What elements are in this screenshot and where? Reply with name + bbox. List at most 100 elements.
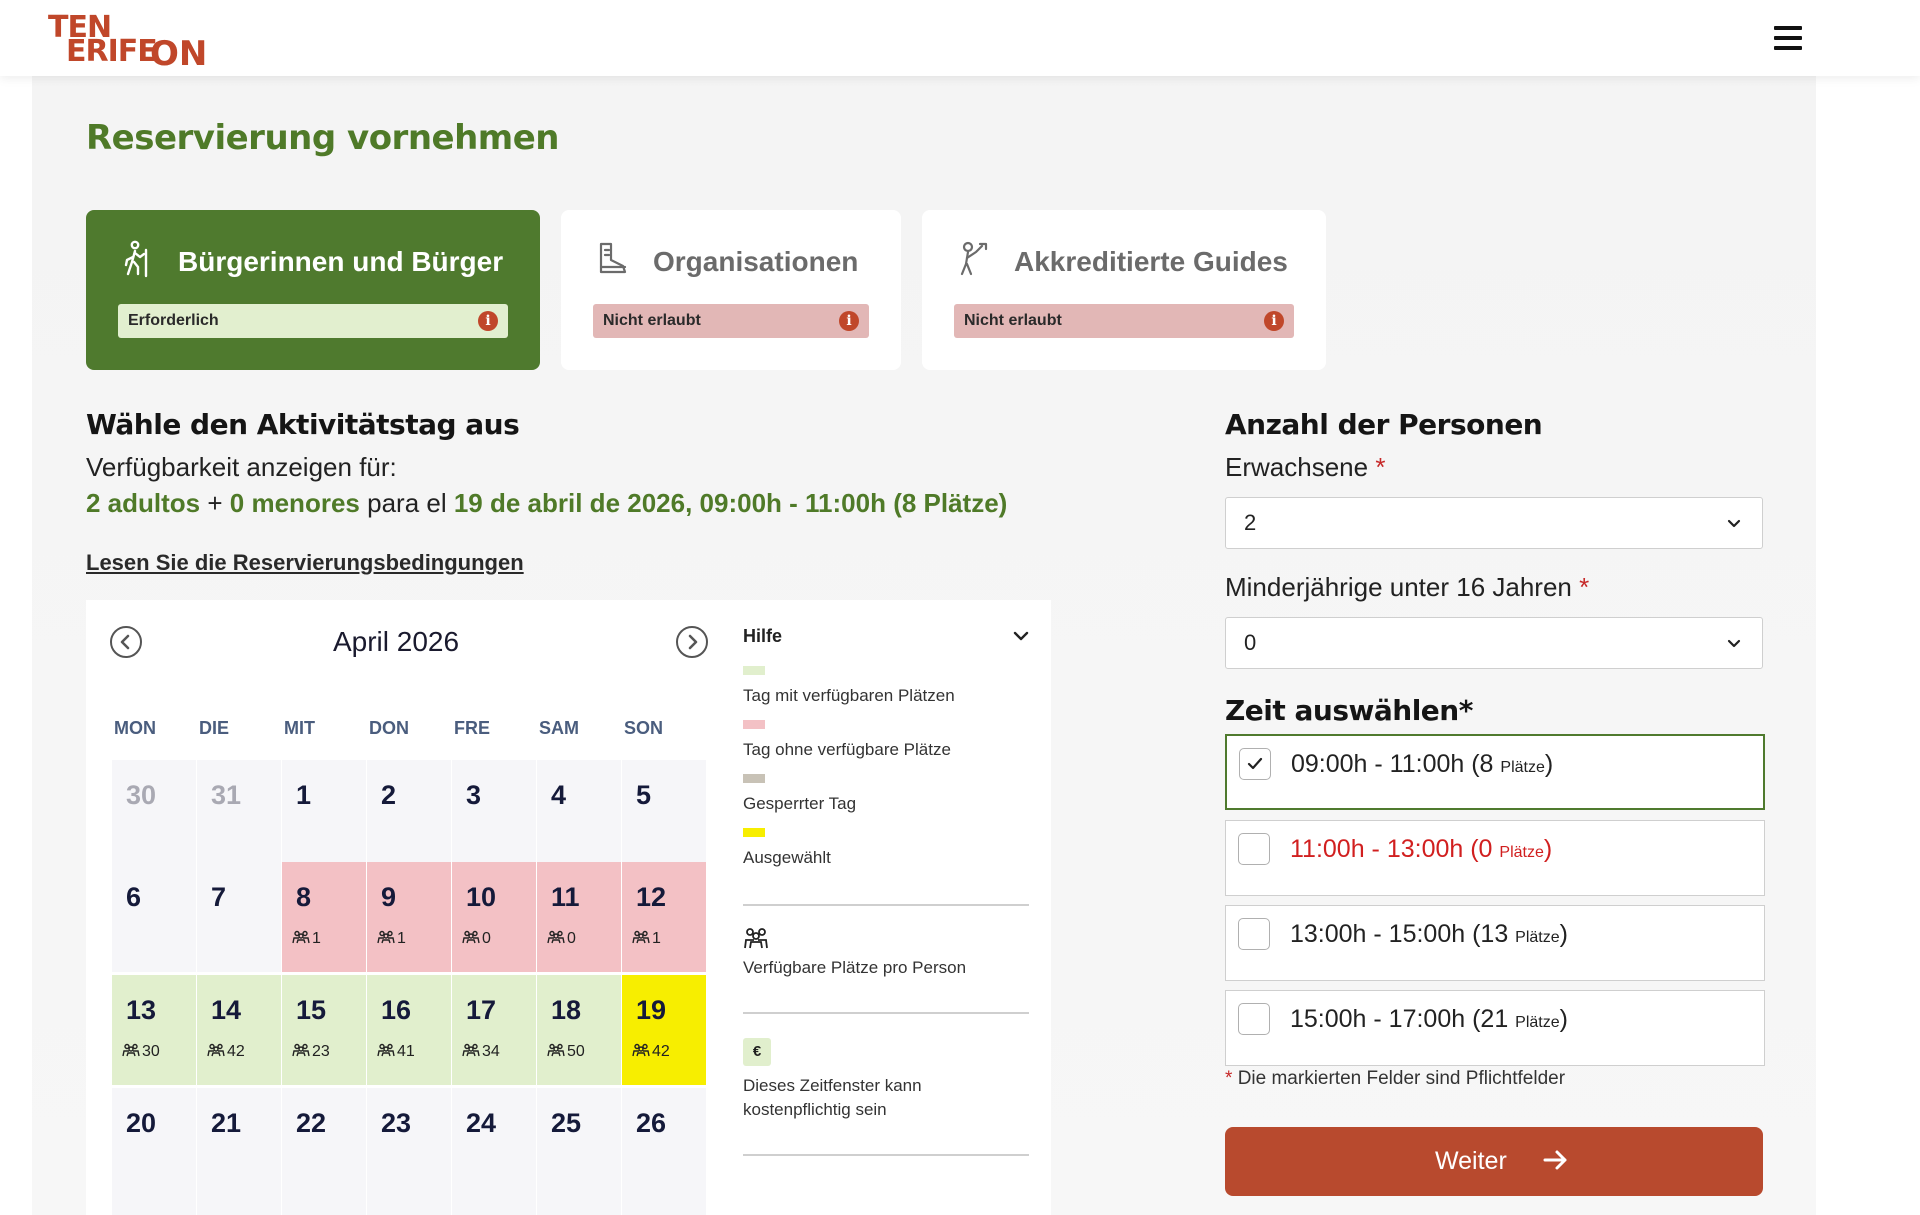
people-icon [292, 1043, 310, 1057]
people-icon [632, 930, 650, 944]
calendar-day[interactable]: 17 34 [452, 975, 536, 1085]
calendar-day[interactable]: 19 42 [622, 975, 706, 1085]
calendar-day[interactable]: 24 [452, 1088, 536, 1215]
required-mark: * [1225, 1068, 1233, 1089]
available-spots: 42 [207, 1043, 245, 1061]
calendar-day[interactable]: 31 [197, 760, 281, 870]
calendar-day[interactable]: 30 [112, 760, 196, 870]
weekday-header: SAM [539, 718, 579, 738]
available-spots: 41 [377, 1043, 415, 1061]
time-slot-label: 11:00h - 13:00h (0 Plätze) [1290, 835, 1552, 864]
available-spots: 0 [547, 930, 576, 948]
calendar-day[interactable]: 7 [197, 862, 281, 972]
day-number: 2 [381, 780, 397, 810]
calendar-day[interactable]: 18 50 [537, 975, 621, 1085]
calendar-month-label: April 2026 [332, 626, 460, 657]
calendar-day[interactable]: 26 [622, 1088, 706, 1215]
previous-month-button[interactable] [110, 626, 142, 658]
tenerife-on-logo[interactable]: TEN ERIFE ON [46, 10, 207, 74]
next-month-button[interactable] [676, 626, 708, 658]
day-number: 16 [381, 995, 412, 1025]
tab-accredited-guides[interactable]: Akkreditierte Guides Nicht erlaubt i [922, 210, 1326, 370]
calendar-day[interactable]: 81 [282, 862, 366, 972]
next-button[interactable]: Weiter [1225, 1127, 1763, 1196]
calendar-day[interactable]: 21 [197, 1088, 281, 1215]
time-slot-option[interactable]: 11:00h - 13:00h (0 Plätze) [1225, 820, 1765, 896]
calendar-day[interactable]: 13 30 [112, 975, 196, 1085]
help-divider [743, 1154, 1029, 1156]
paid-note-line-2: kostenpflichtig sein [743, 1100, 887, 1119]
time-slot-checkbox[interactable] [1238, 918, 1270, 950]
time-slot-checkbox[interactable] [1238, 1003, 1270, 1035]
calendar-day[interactable]: 4 [537, 760, 621, 870]
calendar-day[interactable]: 3 [452, 760, 536, 870]
calendar-day[interactable]: 91 [367, 862, 451, 972]
calendar-day[interactable]: 5 [622, 760, 706, 870]
info-icon[interactable]: i [1264, 311, 1284, 331]
calendar-day[interactable]: 11 0 [537, 862, 621, 972]
time-slot-option[interactable]: 15:00h - 17:00h (21 Plätze) [1225, 990, 1765, 1066]
people-icon [547, 1043, 565, 1057]
day-number: 4 [551, 780, 567, 810]
places-unit: Plätze [1499, 844, 1544, 861]
time-range: 13:00h - 15:00h (13 [1290, 920, 1516, 948]
time-range: 09:00h - 11:00h (8 [1291, 750, 1501, 778]
page-title: Reservierung vornehmen [86, 118, 560, 158]
available-spots: 34 [462, 1043, 500, 1061]
day-number: 9 [381, 882, 397, 912]
calendar-day[interactable]: 1 [282, 760, 366, 870]
day-number: 20 [126, 1108, 157, 1138]
info-icon[interactable]: i [478, 311, 498, 331]
chevron-left-icon [120, 634, 130, 650]
legend-swatch [743, 720, 765, 729]
people-icon [632, 1043, 650, 1057]
calendar-day[interactable]: 6 [112, 862, 196, 972]
weekday-header: MON [114, 718, 156, 738]
required-badge: Erforderlich i [118, 304, 508, 338]
time-slot-option[interactable]: 13:00h - 15:00h (13 Plätze) [1225, 905, 1765, 981]
closing-paren: ) [1559, 920, 1568, 948]
spots-count: 34 [482, 1043, 500, 1060]
minors-select[interactable]: 0 [1225, 617, 1763, 669]
time-slot-option[interactable]: 09:00h - 11:00h (8 Plätze) [1225, 734, 1765, 810]
time-slot-checkbox[interactable] [1238, 833, 1270, 865]
checkmark-icon [1247, 757, 1263, 770]
calendar-day[interactable]: 2 [367, 760, 451, 870]
chevron-down-icon[interactable] [1013, 628, 1029, 644]
calendar-day[interactable]: 12 1 [622, 862, 706, 972]
day-number: 3 [466, 780, 482, 810]
time-range: 15:00h - 17:00h (21 [1290, 1005, 1516, 1033]
minors-count: 0 menores [229, 488, 360, 518]
tab-citizens[interactable]: Bürgerinnen und Bürger Erforderlich i [86, 210, 540, 370]
paid-note-line-1: Dieses Zeitfenster kann [743, 1076, 922, 1095]
day-number: 14 [211, 995, 242, 1025]
adults-select[interactable]: 2 [1225, 497, 1763, 549]
available-spots: 50 [547, 1043, 585, 1061]
available-spots: 30 [122, 1043, 160, 1061]
calendar-day[interactable]: 14 42 [197, 975, 281, 1085]
calendar-day[interactable]: 23 [367, 1088, 451, 1215]
time-slot-checkbox[interactable] [1239, 748, 1271, 780]
help-divider [743, 1012, 1029, 1014]
hamburger-menu-icon[interactable] [1774, 26, 1802, 50]
reservation-conditions-link[interactable]: Lesen Sie die Reservierungsbedingungen [86, 550, 524, 576]
legend-label: Tag mit verfügbaren Plätzen [743, 686, 955, 705]
calendar-day[interactable]: 22 [282, 1088, 366, 1215]
people-icon [292, 930, 310, 944]
legend-swatch [743, 774, 765, 783]
available-spots: 42 [632, 1043, 670, 1061]
selected-date-slot: 19 de abril de 2026, 09:00h - 11:00h (8 … [453, 488, 1008, 518]
badge-text: Nicht erlaubt [603, 312, 701, 329]
day-number: 22 [296, 1108, 327, 1138]
tab-organizations[interactable]: Organisationen Nicht erlaubt i [561, 210, 901, 370]
calendar-day[interactable]: 25 [537, 1088, 621, 1215]
calendar-day[interactable]: 20 [112, 1088, 196, 1215]
next-button-label: Weiter [1435, 1147, 1507, 1175]
spots-count: 42 [227, 1043, 245, 1060]
info-icon[interactable]: i [839, 311, 859, 331]
calendar-day[interactable]: 16 41 [367, 975, 451, 1085]
people-icon [377, 930, 395, 944]
calendar-day[interactable]: 15 23 [282, 975, 366, 1085]
calendar-day[interactable]: 10 0 [452, 862, 536, 972]
spots-count: 41 [397, 1043, 415, 1060]
